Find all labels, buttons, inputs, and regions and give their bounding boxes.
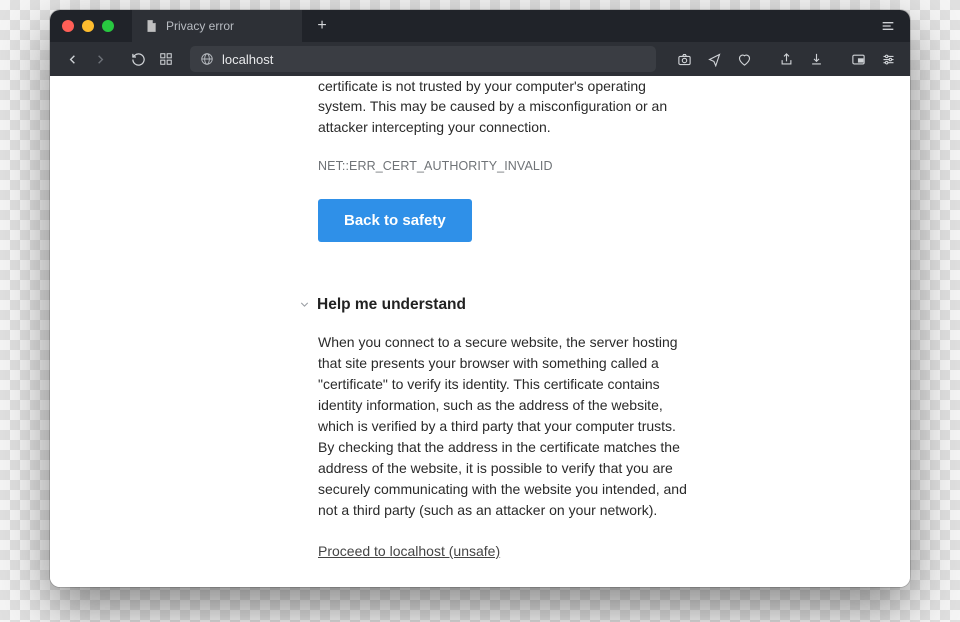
- certificate-error-text: certificate is not trusted by your compu…: [318, 76, 694, 137]
- browser-tab[interactable]: Privacy error: [132, 10, 302, 42]
- window-controls: [50, 20, 114, 32]
- fullscreen-window-button[interactable]: [102, 20, 114, 32]
- reload-button[interactable]: [126, 47, 150, 71]
- toolbar-actions: [668, 47, 900, 71]
- help-toggle[interactable]: Help me understand: [298, 296, 694, 314]
- minimize-window-button[interactable]: [82, 20, 94, 32]
- help-body-text: When you connect to a secure website, th…: [318, 332, 694, 521]
- settings-sliders-icon[interactable]: [876, 47, 900, 71]
- share-icon[interactable]: [774, 47, 798, 71]
- close-window-button[interactable]: [62, 20, 74, 32]
- toolbar: localhost: [50, 42, 910, 76]
- help-section: Help me understand When you connect to a…: [318, 296, 694, 561]
- apps-button[interactable]: [154, 47, 178, 71]
- camera-icon[interactable]: [672, 47, 696, 71]
- browser-window: Privacy error + localhost: [50, 10, 910, 587]
- send-icon[interactable]: [702, 47, 726, 71]
- page-icon: [144, 19, 158, 33]
- new-tab-button[interactable]: +: [308, 12, 336, 40]
- titlebar: Privacy error +: [50, 10, 910, 42]
- menu-button[interactable]: [880, 18, 910, 34]
- forward-button[interactable]: [88, 47, 112, 71]
- url-text: localhost: [222, 52, 273, 67]
- pip-icon[interactable]: [846, 47, 870, 71]
- proceed-unsafe-link[interactable]: Proceed to localhost (unsafe): [318, 543, 500, 559]
- chevron-down-icon: [298, 298, 311, 311]
- url-bar[interactable]: localhost: [190, 46, 656, 72]
- download-icon[interactable]: [804, 47, 828, 71]
- tab-title: Privacy error: [166, 19, 234, 33]
- back-button[interactable]: [60, 47, 84, 71]
- error-code: NET::ERR_CERT_AUTHORITY_INVALID: [318, 159, 694, 173]
- page-content: certificate is not trusted by your compu…: [50, 76, 910, 587]
- help-title: Help me understand: [317, 296, 466, 314]
- back-to-safety-button[interactable]: Back to safety: [318, 199, 472, 242]
- globe-icon: [200, 52, 214, 66]
- heart-icon[interactable]: [732, 47, 756, 71]
